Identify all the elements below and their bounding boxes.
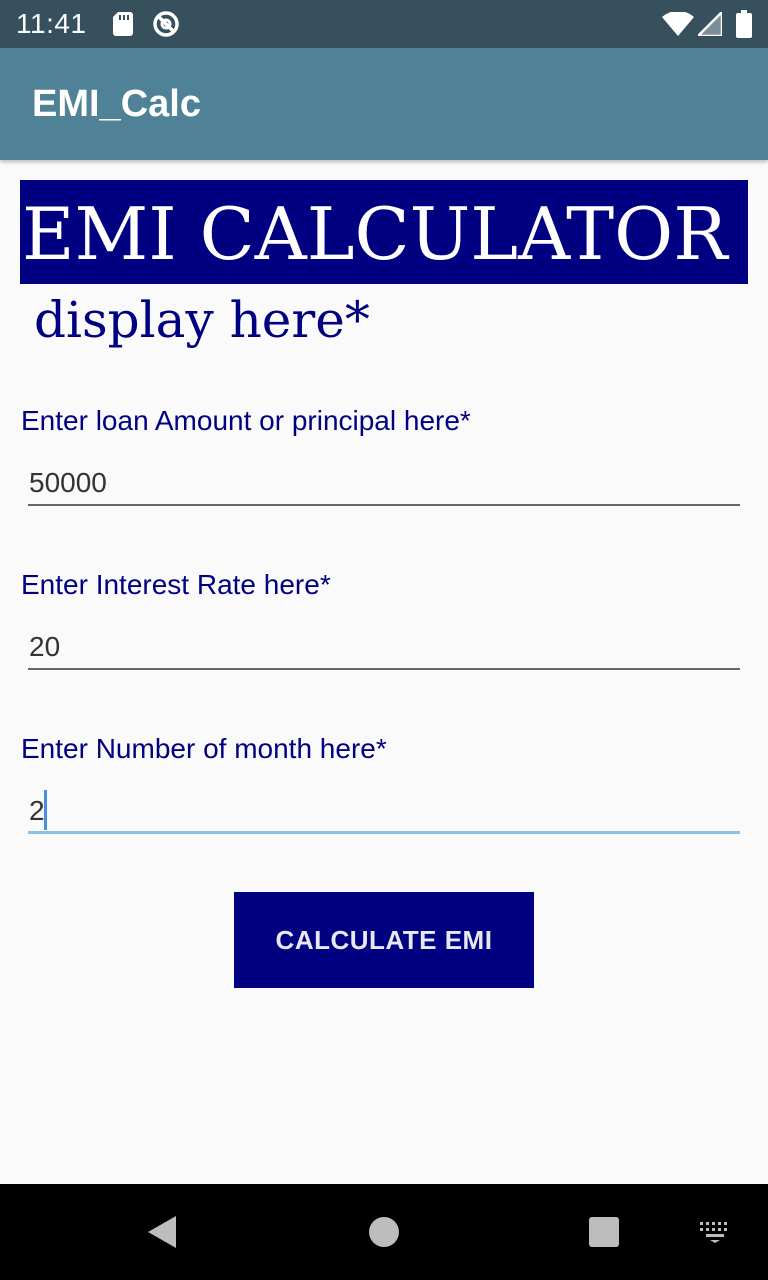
app-bar: EMI_Calc: [0, 48, 768, 160]
navigation-bar: [0, 1184, 768, 1280]
interest-rate-label: Enter Interest Rate here*: [21, 569, 331, 600]
months-label: Enter Number of month here*: [21, 733, 387, 764]
recents-icon[interactable]: [588, 1216, 620, 1248]
sd-card-icon: [113, 12, 133, 36]
battery-icon: [736, 10, 752, 38]
calculate-emi-button[interactable]: CALCULATE EMI: [234, 892, 534, 988]
keyboard-icon[interactable]: [698, 1220, 732, 1244]
back-icon[interactable]: [144, 1214, 180, 1250]
loan-amount-input[interactable]: [28, 462, 740, 506]
months-input[interactable]: [28, 790, 740, 834]
loan-amount-label: Enter loan Amount or principal here*: [21, 405, 471, 436]
home-icon[interactable]: [368, 1216, 400, 1248]
app-title: EMI_Calc: [32, 83, 201, 125]
wifi-icon: [662, 12, 694, 36]
result-display: display here*: [34, 291, 370, 349]
calculator-banner: EMI CALCULATOR: [20, 180, 748, 284]
sync-disabled-icon: [153, 11, 179, 37]
signal-icon: [698, 12, 722, 36]
status-bar: 11:41: [0, 0, 768, 48]
status-time: 11:41: [16, 8, 87, 39]
banner-title: EMI CALCULATOR: [22, 192, 728, 276]
interest-rate-input[interactable]: [28, 626, 740, 670]
text-cursor: [44, 790, 47, 830]
